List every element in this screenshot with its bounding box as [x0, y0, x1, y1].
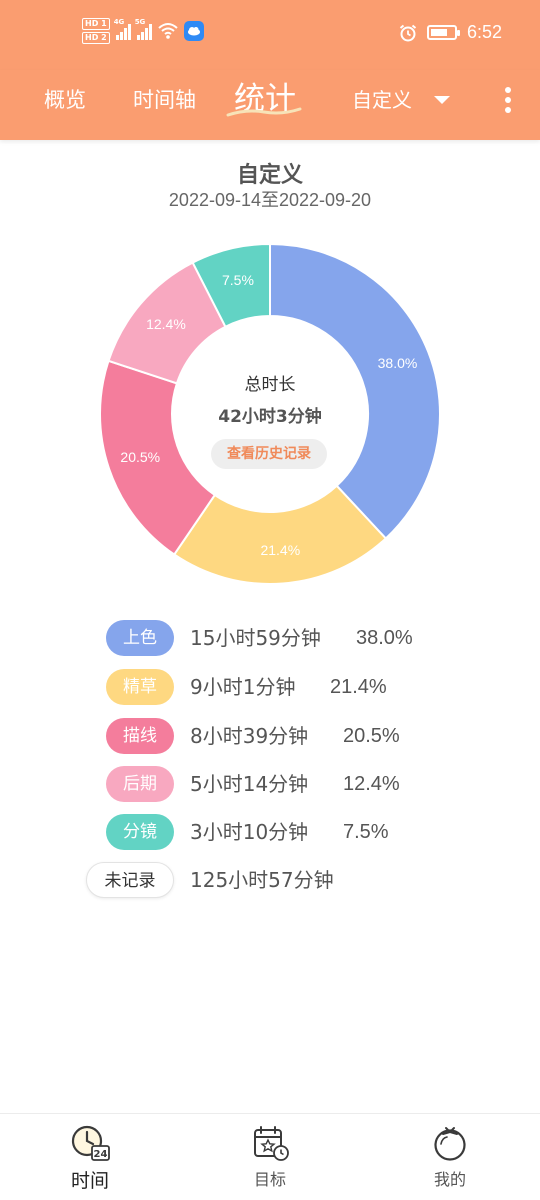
unrecorded-chip: 未记录: [86, 862, 174, 898]
category-percent: 7.5%: [343, 821, 389, 843]
legend-row[interactable]: 未记录 125小时57分钟: [0, 862, 540, 902]
range-filter-dropdown[interactable]: 自定义: [352, 85, 450, 115]
sim2-badge: HD 2: [82, 32, 110, 44]
category-chip: 上色: [106, 620, 174, 656]
category-chip: 分镜: [106, 814, 174, 850]
page-title: 自定义: [236, 163, 303, 188]
status-right: 6:52: [399, 22, 502, 43]
legend-row[interactable]: 分镜 3小时10分钟 7.5%: [0, 814, 540, 854]
sim1-badge: HD 1: [82, 18, 110, 30]
category-duration: 9小时1分钟: [190, 675, 296, 699]
weather-app-icon: [183, 21, 204, 41]
tomato-icon: [434, 1127, 466, 1161]
alarm-icon: [399, 24, 417, 41]
category-duration: 15小时59分钟: [190, 626, 321, 650]
legend-row[interactable]: 后期 5小时14分钟 12.4%: [0, 766, 540, 806]
tab-timeline[interactable]: 时间轴: [133, 85, 196, 115]
date-range: 2022-09-14至2022-09-20: [168, 190, 372, 210]
bottom-nav: 24 时间 目标 我的: [0, 1113, 540, 1200]
unrecorded-duration: 125小时57分钟: [190, 868, 334, 892]
status-left: HD 1 HD 2 4G 5G: [82, 18, 204, 44]
tab-overview[interactable]: 概览: [44, 85, 86, 115]
total-duration-label: 总时长: [244, 375, 296, 395]
donut-slice-label: 21.4%: [260, 541, 301, 558]
category-chip: 精草: [106, 669, 174, 705]
view-history-button[interactable]: 查看历史记录: [211, 439, 327, 469]
signal-icon-1: 4G: [114, 18, 131, 40]
category-percent: 38.0%: [356, 627, 413, 649]
category-percent: 21.4%: [330, 676, 387, 698]
donut-chart: 38.0% 21.4% 20.5% 12.4% 7.5% 总时长 42小时3分钟 查看历…: [100, 244, 440, 584]
top-nav: 概览 时间轴 统计 自定义: [0, 70, 540, 140]
legend-row[interactable]: 上色 15小时59分钟 38.0%: [0, 620, 540, 660]
active-tab-underline: [226, 107, 302, 117]
category-chip: 后期: [106, 766, 174, 802]
network-type-2: 5G: [134, 18, 146, 26]
bottom-tab-mine[interactable]: 我的: [410, 1124, 490, 1190]
bottom-tab-goals[interactable]: 目标: [230, 1124, 310, 1190]
bottom-tab-time-label: 时间: [70, 1170, 109, 1192]
donut-slice-label: 38.0%: [377, 354, 418, 371]
category-duration: 5小时14分钟: [190, 772, 309, 796]
category-chip: 描线: [106, 718, 174, 754]
more-dot-icon: [505, 107, 511, 113]
clock-badge-text: 24: [94, 1149, 108, 1160]
caret-down-icon: [434, 96, 450, 104]
legend-row[interactable]: 精草 9小时1分钟 21.4%: [0, 669, 540, 709]
battery-icon: [426, 25, 460, 40]
category-percent: 20.5%: [343, 725, 400, 747]
status-bar: HD 1 HD 2 4G 5G 6:52: [0, 0, 540, 70]
more-menu-button[interactable]: [498, 85, 518, 115]
bottom-tab-goals-label: 目标: [253, 1170, 286, 1189]
more-dot-icon: [505, 97, 511, 103]
network-type-1: 4G: [113, 18, 125, 26]
sim-indicators: HD 1 HD 2: [82, 18, 110, 44]
status-time: 6:52: [466, 22, 502, 42]
wifi-icon: [158, 23, 178, 39]
category-duration: 8小时39分钟: [190, 724, 309, 748]
donut-slice-label: 12.4%: [146, 315, 186, 332]
signal-icon-2: 5G: [135, 18, 152, 40]
legend-row[interactable]: 描线 8小时39分钟 20.5%: [0, 718, 540, 758]
category-duration: 3小时10分钟: [190, 820, 309, 844]
range-filter-label: 自定义: [352, 88, 412, 112]
donut-slice-label: 20.5%: [120, 449, 161, 466]
more-dot-icon: [505, 87, 511, 93]
total-duration-value: 42小时3分钟: [218, 407, 322, 427]
donut-slice-label: 7.5%: [221, 271, 254, 288]
bottom-tab-mine-label: 我的: [433, 1170, 466, 1189]
bottom-tab-time[interactable]: 24 时间: [50, 1124, 130, 1193]
clock-24-icon: 24: [71, 1125, 110, 1161]
category-percent: 12.4%: [343, 773, 400, 795]
calendar-goal-icon: [254, 1126, 289, 1161]
